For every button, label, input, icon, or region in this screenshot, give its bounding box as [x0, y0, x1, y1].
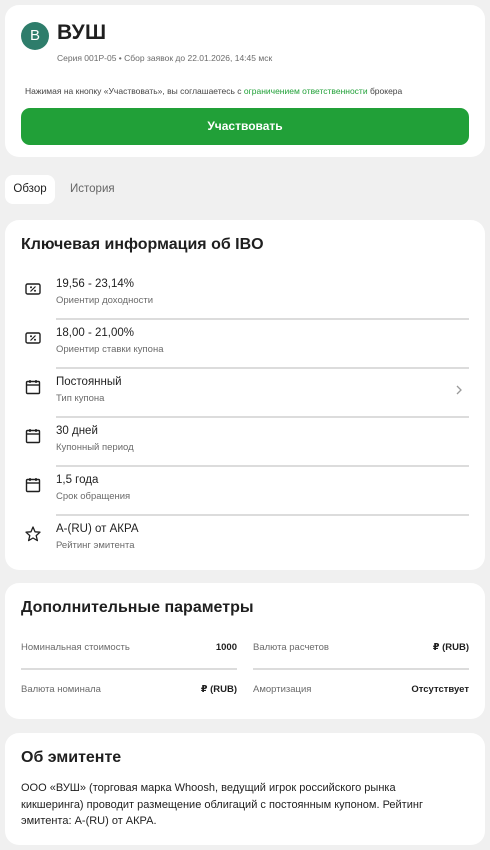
- key-info-value: 18,00 - 21,00%: [56, 327, 135, 339]
- liability-limitation-link[interactable]: ограничением ответственности: [244, 86, 368, 96]
- param-nominal-currency: Валюта номинала ₽ (RUB): [21, 678, 237, 706]
- participate-button[interactable]: Участвовать: [21, 108, 469, 145]
- issuer-logo: В: [21, 22, 49, 50]
- key-info-label: Тип купона: [56, 393, 105, 404]
- key-info-row-coupon-period[interactable]: 30 дней Купонный период: [21, 418, 469, 467]
- param-label: Амортизация: [253, 684, 312, 695]
- key-info-card: Ключевая информация об IBO 19,56 - 23,14…: [5, 220, 485, 570]
- key-info-value: 19,56 - 23,14%: [56, 278, 135, 290]
- param-settlement-currency: Валюта расчетов ₽ (RUB): [253, 636, 469, 670]
- calendar-icon: [25, 429, 41, 444]
- key-info-value: Постоянный: [56, 376, 122, 388]
- param-value: Отсутствует: [411, 684, 469, 695]
- key-info-row-rating[interactable]: A-(RU) от АКРА Рейтинг эмитента: [21, 516, 469, 565]
- key-info-label: Рейтинг эмитента: [56, 540, 135, 551]
- param-value: ₽ (RUB): [200, 684, 237, 695]
- params-title: Дополнительные параметры: [21, 599, 254, 616]
- offer-subtitle: Серия 001Р-05 • Сбор заявок до 22.01.202…: [57, 53, 273, 63]
- param-nominal-value: Номинальная стоимость 1000: [21, 636, 237, 670]
- offer-header-card: В ВУШ Серия 001Р-05 • Сбор заявок до 22.…: [5, 5, 485, 157]
- chevron-right-icon[interactable]: [453, 383, 465, 397]
- issuer-card: Об эмитенте ООО «ВУШ» (торговая марка Wh…: [5, 733, 485, 845]
- key-info-row-maturity[interactable]: 1,5 года Срок обращения: [21, 467, 469, 516]
- param-value: 1000: [215, 642, 237, 653]
- key-info-title: Ключевая информация об IBO: [21, 236, 264, 253]
- divider: [21, 668, 237, 670]
- calendar-icon: [25, 478, 41, 493]
- key-info-row-coupon-type[interactable]: Постоянный Тип купона: [21, 369, 469, 418]
- param-label: Номинальная стоимость: [21, 642, 130, 653]
- param-value: ₽ (RUB): [432, 642, 469, 653]
- key-info-label: Ориентир ставки купона: [56, 344, 164, 355]
- consent-notice-suffix: брокера: [367, 86, 403, 96]
- tab-history[interactable]: История: [62, 175, 123, 204]
- issuer-description: ООО «ВУШ» (торговая марка Whoosh, ведущи…: [21, 782, 423, 827]
- percent-ticket-icon: [25, 283, 41, 295]
- key-info-label: Ориентир доходности: [56, 295, 154, 306]
- page-title: ВУШ: [57, 21, 107, 44]
- issuer-title: Об эмитенте: [21, 749, 122, 766]
- param-label: Валюта номинала: [21, 684, 101, 695]
- tab-overview[interactable]: Обзор: [5, 175, 55, 204]
- consent-notice-prefix: Нажимая на кнопку «Участвовать», вы согл…: [25, 86, 244, 96]
- key-info-row-yield[interactable]: 19,56 - 23,14% Ориентир доходности: [21, 271, 469, 320]
- key-info-label: Купонный период: [56, 442, 134, 453]
- calendar-icon: [25, 380, 41, 395]
- key-info-row-coupon-rate[interactable]: 18,00 - 21,00% Ориентир ставки купона: [21, 320, 469, 369]
- param-amortization: Амортизация Отсутствует: [253, 678, 469, 706]
- percent-ticket-icon: [25, 332, 41, 344]
- consent-notice: Нажимая на кнопку «Участвовать», вы согл…: [25, 86, 402, 96]
- key-info-value: 1,5 года: [56, 474, 99, 486]
- key-info-value: A-(RU) от АКРА: [56, 523, 139, 535]
- key-info-value: 30 дней: [56, 425, 98, 437]
- key-info-label: Срок обращения: [56, 491, 131, 502]
- param-label: Валюта расчетов: [253, 642, 329, 653]
- divider: [253, 668, 469, 670]
- additional-params-card: Дополнительные параметры Номинальная сто…: [5, 583, 485, 719]
- star-badge-icon: [25, 526, 41, 542]
